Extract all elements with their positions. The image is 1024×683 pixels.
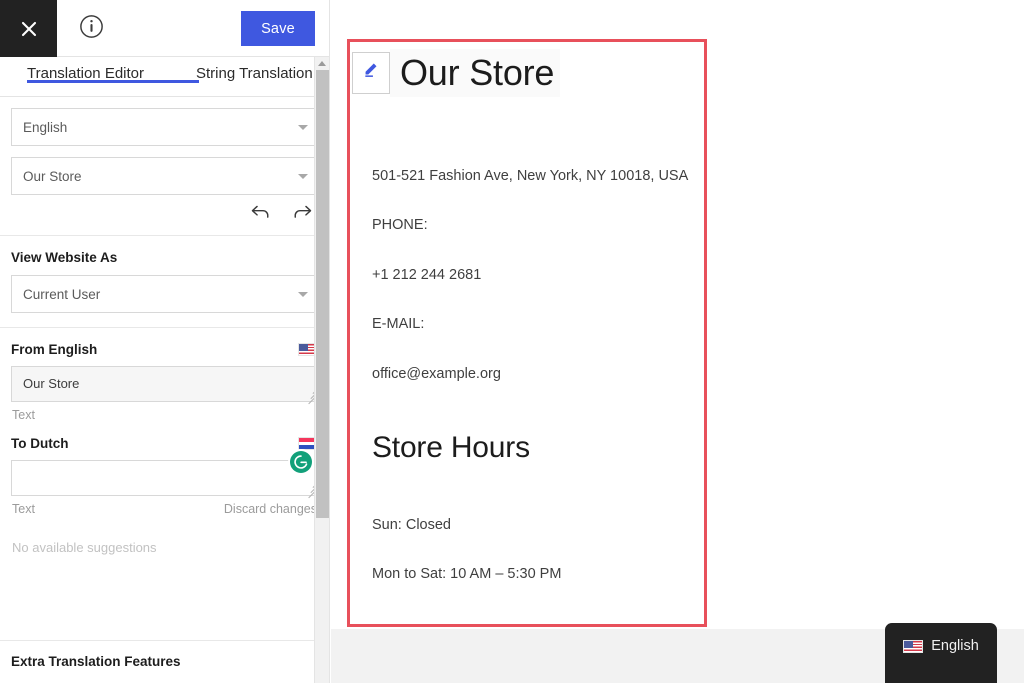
preview-canvas: Our Store 501-521 Fashion Ave, New York,… bbox=[331, 0, 1024, 629]
grammarly-icon[interactable] bbox=[290, 451, 312, 473]
view-as-select-value: Current User bbox=[23, 286, 101, 302]
extra-features-section: Extra Translation Features bbox=[0, 640, 314, 679]
phone-label: PHONE: bbox=[372, 217, 428, 234]
chevron-down-icon bbox=[298, 174, 308, 179]
sidebar-scrollbar[interactable] bbox=[314, 57, 329, 683]
redo-button[interactable] bbox=[289, 202, 315, 226]
sidebar-tabs: Translation Editor String Translation bbox=[0, 57, 329, 97]
language-switcher-label: English bbox=[931, 638, 979, 654]
target-text-field[interactable] bbox=[11, 460, 318, 496]
hours-weekdays: Mon to Sat: 10 AM – 5:30 PM bbox=[372, 566, 562, 583]
translation-editor-sidebar: Save Translation Editor String Translati… bbox=[0, 0, 330, 683]
active-tab-indicator bbox=[27, 80, 199, 83]
redo-arrow-icon bbox=[292, 203, 313, 226]
view-as-select[interactable]: Current User bbox=[11, 275, 318, 313]
store-info-block: 501-521 Fashion Ave, New York, NY 10018,… bbox=[372, 168, 698, 616]
close-button[interactable] bbox=[0, 0, 57, 57]
target-field-type: Text bbox=[12, 502, 35, 516]
email-value: office@example.org bbox=[372, 365, 501, 382]
undo-redo-group bbox=[0, 195, 329, 235]
page-title: Our Store bbox=[400, 52, 555, 93]
view-website-as-section: View Website As Current User bbox=[0, 236, 329, 313]
flag-us-icon bbox=[903, 639, 924, 653]
no-suggestions-text: No available suggestions bbox=[12, 540, 157, 555]
language-select-value: English bbox=[23, 119, 68, 135]
store-hours-title: Store Hours bbox=[372, 430, 530, 464]
hours-sunday: Sun: Closed bbox=[372, 516, 451, 533]
target-language-label: To Dutch bbox=[11, 436, 69, 451]
website-preview: Our Store 501-521 Fashion Ave, New York,… bbox=[331, 0, 1024, 683]
language-select[interactable]: English bbox=[11, 108, 318, 146]
edit-string-button[interactable] bbox=[352, 52, 390, 94]
undo-button[interactable] bbox=[247, 202, 273, 226]
string-select-value: Our Store bbox=[23, 168, 82, 184]
source-label-row: From English bbox=[11, 328, 318, 366]
source-language-section: From English Text To Dutch bbox=[0, 328, 329, 555]
sidebar-topbar: Save bbox=[0, 0, 329, 57]
app-root: Save Translation Editor String Translati… bbox=[0, 0, 1024, 683]
highlighted-string-region[interactable]: Our Store 501-521 Fashion Ave, New York,… bbox=[347, 39, 707, 627]
close-icon bbox=[19, 19, 39, 39]
chevron-down-icon bbox=[298, 292, 308, 297]
info-button[interactable] bbox=[78, 14, 105, 44]
selectors-section: English Our Store bbox=[0, 97, 329, 195]
tab-translation-editor[interactable]: Translation Editor bbox=[27, 65, 199, 83]
scrollbar-thumb[interactable] bbox=[316, 70, 329, 518]
view-website-as-title: View Website As bbox=[11, 250, 118, 265]
target-label-row: To Dutch bbox=[11, 422, 318, 460]
source-text-field[interactable] bbox=[11, 366, 318, 402]
scroll-up-arrow-icon[interactable] bbox=[315, 57, 329, 70]
chevron-down-icon bbox=[298, 125, 308, 130]
page-title-row: Our Store bbox=[350, 49, 561, 97]
source-meta-row: Text bbox=[11, 402, 318, 422]
string-select[interactable]: Our Store bbox=[11, 157, 318, 195]
phone-value: +1 212 244 2681 bbox=[372, 266, 482, 283]
email-label: E-MAIL: bbox=[372, 316, 425, 333]
undo-arrow-icon bbox=[250, 203, 271, 226]
source-language-label: From English bbox=[11, 342, 98, 357]
tab-string-translation-label: String Translation bbox=[196, 65, 313, 82]
save-button[interactable]: Save bbox=[241, 11, 315, 46]
language-switcher[interactable]: English bbox=[885, 623, 997, 683]
tab-string-translation[interactable]: String Translation bbox=[196, 65, 313, 82]
extra-features-title: Extra Translation Features bbox=[11, 654, 181, 669]
store-address: 501-521 Fashion Ave, New York, NY 10018,… bbox=[372, 168, 689, 184]
info-icon bbox=[79, 14, 104, 44]
source-text-wrap bbox=[11, 366, 318, 405]
target-meta-row: Text Discard changes bbox=[11, 496, 318, 516]
discard-changes-button[interactable]: Discard changes bbox=[224, 502, 317, 516]
source-field-type: Text bbox=[12, 408, 35, 422]
pencil-icon bbox=[362, 61, 381, 85]
page-title-highlight[interactable]: Our Store bbox=[390, 49, 561, 97]
target-text-wrap bbox=[11, 451, 318, 499]
